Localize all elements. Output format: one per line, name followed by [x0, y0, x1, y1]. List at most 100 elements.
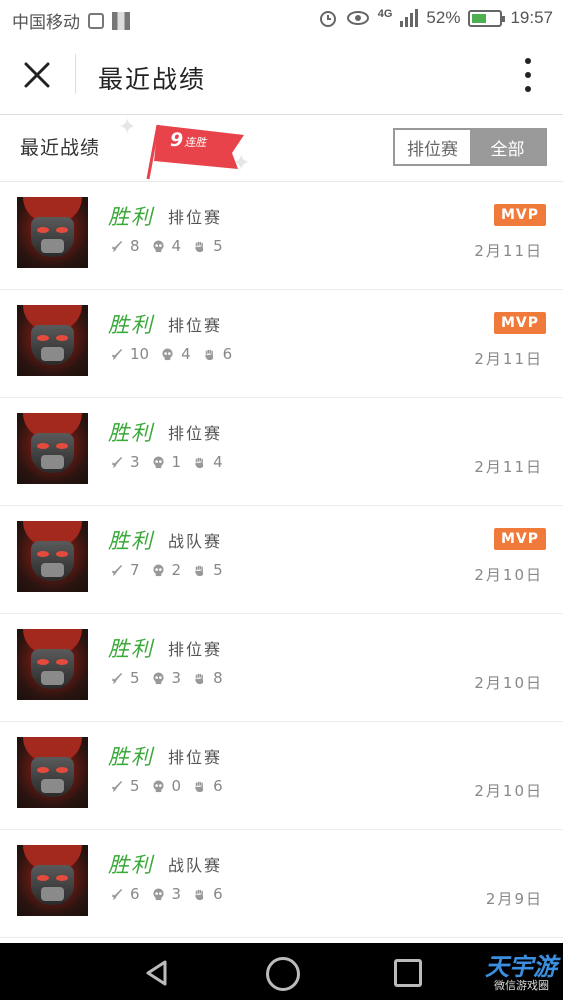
match-mode: 排位赛 [168, 316, 223, 335]
kda-stats: 10 4 6 [110, 345, 244, 363]
hero-avatar [17, 305, 88, 376]
hero-avatar [17, 413, 88, 484]
deaths-value: 3 [171, 885, 182, 903]
kda-stats: 3 1 4 [110, 453, 235, 471]
assists-hand-icon [194, 241, 204, 252]
filter-ranked-button[interactable]: 排位赛 [395, 130, 470, 164]
hero-avatar [17, 845, 88, 916]
match-row[interactable]: 胜利 排位赛 8 4 5 MVP 2月11日 [0, 182, 563, 290]
app-header: 最近战绩 [0, 36, 563, 115]
back-icon[interactable] [143, 959, 171, 987]
kills-sword-icon [111, 564, 123, 576]
kills-sword-icon [111, 456, 123, 468]
battery-icon [468, 9, 506, 27]
match-result: 胜利 [108, 205, 154, 229]
match-row[interactable]: 胜利 排位赛 10 4 6 MVP 2月11日 [0, 290, 563, 398]
kda-stats: 6 3 6 [110, 885, 235, 903]
kills-sword-icon [111, 672, 123, 684]
match-mode: 排位赛 [168, 640, 223, 659]
kills-value: 8 [130, 237, 140, 255]
kills-sword-icon [111, 888, 123, 900]
match-result: 胜利 [108, 529, 154, 553]
status-bar: 中国移动 4G 52% 19:57 [0, 0, 563, 36]
assists-hand-icon [194, 457, 204, 468]
mvp-badge: MVP [494, 312, 546, 334]
deaths-skull-icon [152, 563, 164, 576]
assists-value: 4 [213, 453, 223, 471]
deaths-skull-icon [152, 239, 164, 252]
match-mode: 排位赛 [168, 748, 223, 767]
hero-avatar [17, 521, 88, 592]
deaths-value: 3 [171, 669, 182, 687]
match-row[interactable]: 胜利 排位赛 5 3 8 2月10日 [0, 614, 563, 722]
assists-value: 5 [213, 237, 223, 255]
section-header: 最近战绩 ✦ ✦ 9连胜 排位赛 全部 [0, 115, 563, 182]
deaths-value: 1 [171, 453, 182, 471]
hero-avatar [17, 737, 88, 808]
mvp-badge: MVP [494, 204, 546, 226]
match-date: 2月11日 [474, 458, 543, 476]
kills-value: 5 [130, 669, 140, 687]
kills-sword-icon [111, 780, 123, 792]
deaths-skull-icon [152, 455, 164, 468]
match-result: 胜利 [108, 853, 154, 877]
match-result: 胜利 [108, 637, 154, 661]
filter-all-button[interactable]: 全部 [470, 130, 545, 164]
battery-fill [472, 13, 486, 23]
section-title: 最近战绩 [20, 137, 101, 159]
mvp-badge: MVP [494, 528, 546, 550]
more-dot-icon [525, 58, 531, 64]
match-date: 2月10日 [474, 566, 543, 584]
gallery-notification-icon [88, 12, 104, 29]
kills-value: 10 [130, 345, 150, 363]
match-mode: 战队赛 [168, 532, 223, 551]
more-options-button[interactable] [521, 58, 535, 92]
match-row[interactable]: 胜利 战队赛 6 3 6 2月9日 [0, 830, 563, 938]
match-date: 2月10日 [474, 782, 543, 800]
kills-value: 6 [130, 885, 140, 903]
deaths-value: 0 [171, 777, 182, 795]
assists-value: 6 [213, 777, 223, 795]
signal-icon [400, 9, 419, 27]
kills-value: 5 [130, 777, 140, 795]
close-icon [24, 62, 50, 88]
match-row[interactable]: 胜利 排位赛 5 0 6 2月10日 [0, 722, 563, 830]
deaths-skull-icon [152, 671, 164, 684]
deaths-value: 2 [171, 561, 182, 579]
match-row[interactable]: 胜利 战队赛 7 2 5 MVP 2月10日 [0, 506, 563, 614]
kda-stats: 7 2 5 [110, 561, 235, 579]
assists-value: 5 [213, 561, 223, 579]
eye-comfort-icon [346, 11, 369, 25]
match-filter: 排位赛 全部 [393, 128, 547, 166]
match-mode: 排位赛 [168, 424, 223, 443]
recent-apps-icon[interactable] [394, 959, 422, 987]
hero-avatar [17, 197, 88, 268]
match-date: 2月10日 [474, 674, 543, 692]
alarm-icon [319, 11, 336, 27]
network-type: 4G [377, 8, 393, 20]
match-list: 胜利 排位赛 8 4 5 MVP 2月11日 胜利 排位赛 10 4 6 MVP… [0, 182, 563, 938]
qr-notification-icon [112, 11, 130, 30]
assists-hand-icon [204, 349, 213, 360]
hero-avatar [17, 629, 88, 700]
battery-percent: 52% [426, 8, 461, 27]
deaths-value: 4 [171, 237, 182, 255]
assists-hand-icon [194, 673, 204, 684]
kills-sword-icon [111, 240, 123, 252]
kills-value: 3 [130, 453, 140, 471]
streak-badge: 9连胜 [170, 129, 206, 151]
assists-hand-icon [194, 565, 204, 576]
streak-number: 9 [170, 129, 184, 151]
match-date: 2月9日 [485, 890, 543, 908]
carrier-label: 中国移动 [12, 13, 80, 33]
kda-stats: 5 0 6 [110, 777, 235, 795]
header-divider [75, 54, 76, 94]
match-row[interactable]: 胜利 排位赛 3 1 4 2月11日 [0, 398, 563, 506]
assists-hand-icon [194, 781, 204, 792]
status-left: 中国移动 [12, 8, 130, 33]
kda-stats: 8 4 5 [110, 237, 235, 255]
close-button[interactable] [20, 58, 54, 92]
sparkle-icon: ✦ [118, 115, 137, 140]
assists-value: 6 [213, 885, 223, 903]
home-icon[interactable] [266, 957, 300, 991]
